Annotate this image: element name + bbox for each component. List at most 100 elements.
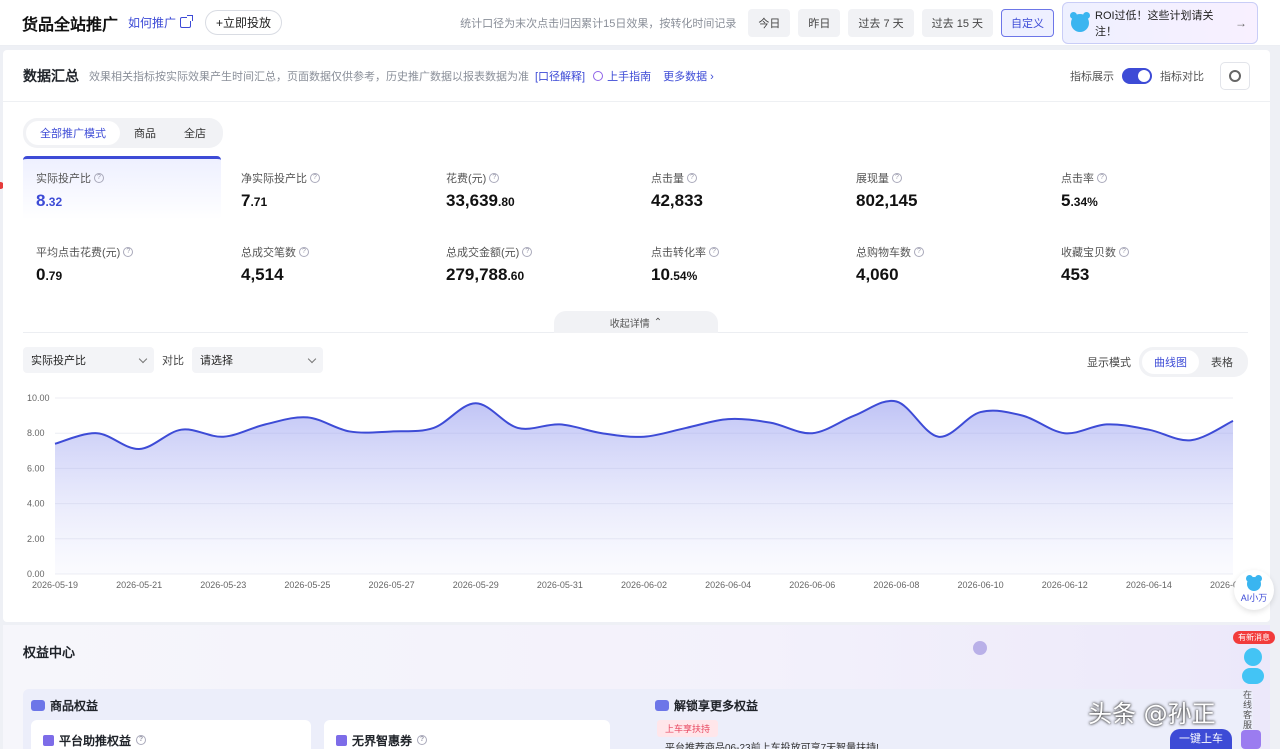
metric-value: 42,833 (651, 191, 703, 210)
metric-display-label: 指标展示 (1070, 70, 1114, 83)
more-data-link[interactable]: 更多数据 › (663, 68, 714, 84)
tab-store[interactable]: 全店 (170, 121, 220, 145)
metric-card[interactable]: 总成交金额(元)? 279,788.60 (433, 230, 631, 294)
howto-label: 如何推广 (128, 16, 177, 30)
tab-table[interactable]: 表格 (1199, 350, 1245, 374)
metric-card[interactable]: 展现量? 802,145 (843, 156, 1041, 220)
one-click-board-button[interactable]: 一键上车 (1170, 729, 1232, 749)
y-tick-label: 8.00 (27, 428, 45, 438)
metric-card[interactable]: 收藏宝贝数? 453 (1048, 230, 1246, 294)
metric-value: 7.71 (241, 191, 268, 210)
date-custom-button[interactable]: 自定义 (1001, 8, 1054, 37)
x-tick-label: 2026-06-12 (1042, 580, 1088, 590)
compare-select[interactable]: 请选择 (192, 347, 323, 373)
coupon-card[interactable]: 无界智惠券? (324, 720, 610, 749)
guide-link[interactable]: 上手指南 (607, 68, 651, 84)
metric-card[interactable]: 点击转化率? 10.54% (638, 230, 836, 294)
metric-card[interactable]: 总购物车数? 4,060 (843, 230, 1041, 294)
launch-button[interactable]: +立即投放 (205, 10, 283, 35)
metric-card[interactable]: 平均点击花费(元)? 0.79 (23, 230, 221, 294)
top-bar: 货品全站推广 如何推广 +立即投放 统计口径为末次点击归因累计15日效果，按转化… (0, 0, 1280, 46)
y-tick-label: 10.00 (27, 393, 50, 403)
tab-product[interactable]: 商品 (120, 121, 170, 145)
gift-icon[interactable] (1241, 730, 1261, 749)
caliber-link[interactable]: [口径解释] (535, 68, 585, 84)
metric-card[interactable]: 总成交笔数? 4,514 (228, 230, 426, 294)
mode-tabs: 全部推广模式 商品 全店 (23, 118, 223, 148)
compare-label: 对比 (162, 355, 184, 367)
compare-select-placeholder: 请选择 (200, 355, 233, 367)
box-icon (655, 700, 669, 711)
x-tick-label: 2026-06-02 (621, 580, 667, 590)
metric-select-value: 实际投产比 (31, 355, 86, 367)
metric-compare-toggle[interactable] (1122, 67, 1152, 84)
y-tick-label: 2.00 (27, 534, 45, 544)
metric-label: 平均点击花费(元) (36, 247, 121, 259)
summary-header: 数据汇总 效果相关指标按实际效果产生时间汇总，页面数据仅供参考，历史推广数据以报… (3, 50, 1270, 102)
metric-card[interactable]: 实际投产比? 8.32 (23, 156, 221, 220)
page-title: 货品全站推广 (22, 16, 119, 34)
settings-button[interactable] (1220, 61, 1250, 90)
square-icon (336, 734, 347, 746)
question-icon: ? (892, 173, 902, 183)
metric-value: 279,788.60 (446, 265, 525, 284)
metric-value: 10.54% (651, 265, 698, 284)
metric-toggle-group: 指标展示 指标对比 (1070, 61, 1250, 90)
platform-boost-card[interactable]: 平台助推权益? (31, 720, 311, 749)
series-area (55, 400, 1233, 574)
question-icon: ? (1097, 173, 1107, 183)
date-yesterday-button[interactable]: 昨日 (798, 8, 841, 37)
collapse-label: 收起详情 (609, 318, 650, 330)
date-controls: 统计口径为末次点击归因累计15日效果，按转化时间记录 今日 昨日 过去 7 天 … (460, 1, 1258, 44)
metric-value: 4,514 (241, 265, 284, 284)
roi-alert-banner[interactable]: ROI过低！这些计划请关注！ → (1062, 1, 1258, 44)
metric-card[interactable]: 净实际投产比? 7.71 (228, 156, 426, 220)
x-tick-label: 2026-05-25 (284, 580, 330, 590)
square-icon (43, 734, 54, 746)
question-icon: ? (94, 173, 104, 183)
trend-chart-svg: 0.00 2.00 4.00 6.00 8.00 10.00 2026-05-19 2026-… (27, 393, 1256, 590)
bear-mascot-icon (1246, 574, 1262, 591)
metric-select[interactable]: 实际投产比 (23, 347, 154, 373)
x-tick-label: 2026-06-04 (705, 580, 751, 590)
bear-mascot-icon (1070, 11, 1090, 32)
y-tick-label: 0.00 (27, 569, 45, 579)
question-icon: ? (299, 247, 309, 257)
x-tick-label: 2026-06-14 (1126, 580, 1172, 590)
x-tick-label: 2026-06-06 (789, 580, 835, 590)
summary-title: 数据汇总 (23, 67, 79, 84)
collapse-details-button[interactable]: 收起详情 ⌃ (554, 311, 718, 333)
y-tick-label: 6.00 (27, 463, 45, 473)
metric-value: 8.32 (36, 191, 63, 210)
question-icon: ? (123, 247, 134, 257)
date-15days-button[interactable]: 过去 15 天 (921, 8, 993, 37)
date-7days-button[interactable]: 过去 7 天 (848, 8, 914, 37)
question-icon: ? (687, 173, 697, 183)
metric-card[interactable]: 点击量? 42,833 (638, 156, 836, 220)
x-tick-label: 2026-05-29 (453, 580, 499, 590)
x-tick-label: 2026-05-19 (32, 580, 78, 590)
date-today-button[interactable]: 今日 (748, 8, 791, 37)
metric-card[interactable]: 点击率? 5.34% (1048, 156, 1246, 220)
tab-curve[interactable]: 曲线图 (1142, 350, 1199, 374)
metric-value: 5.34% (1061, 191, 1098, 210)
x-tick-label: 2026-05-31 (537, 580, 583, 590)
howto-link[interactable]: 如何推广 (128, 14, 194, 31)
metric-label: 净实际投产比 (241, 173, 307, 185)
customer-service-mascot[interactable] (1240, 648, 1266, 686)
chart-controls: 实际投产比 对比 请选择 (23, 347, 323, 373)
metric-value: 0.79 (36, 265, 63, 284)
metric-value: 4,060 (856, 265, 899, 284)
x-tick-label: 2026-05-21 (116, 580, 162, 590)
metric-label: 花费(元) (446, 173, 487, 185)
metric-card[interactable]: 花费(元)? 33,639.80 (433, 156, 631, 220)
metric-value: 33,639.80 (446, 191, 515, 210)
display-mode-switch: 曲线图 表格 (1139, 347, 1248, 377)
tab-all-modes[interactable]: 全部推广模式 (26, 121, 120, 145)
question-icon: ? (1119, 247, 1129, 257)
metric-label: 点击转化率 (651, 247, 706, 259)
display-mode-label: 显示模式 (1087, 357, 1131, 369)
ai-assistant-button[interactable]: AI小万 (1234, 570, 1274, 610)
x-tick-label: 2026-06-10 (958, 580, 1004, 590)
online-service-label[interactable]: 在线客服 (1243, 690, 1257, 730)
